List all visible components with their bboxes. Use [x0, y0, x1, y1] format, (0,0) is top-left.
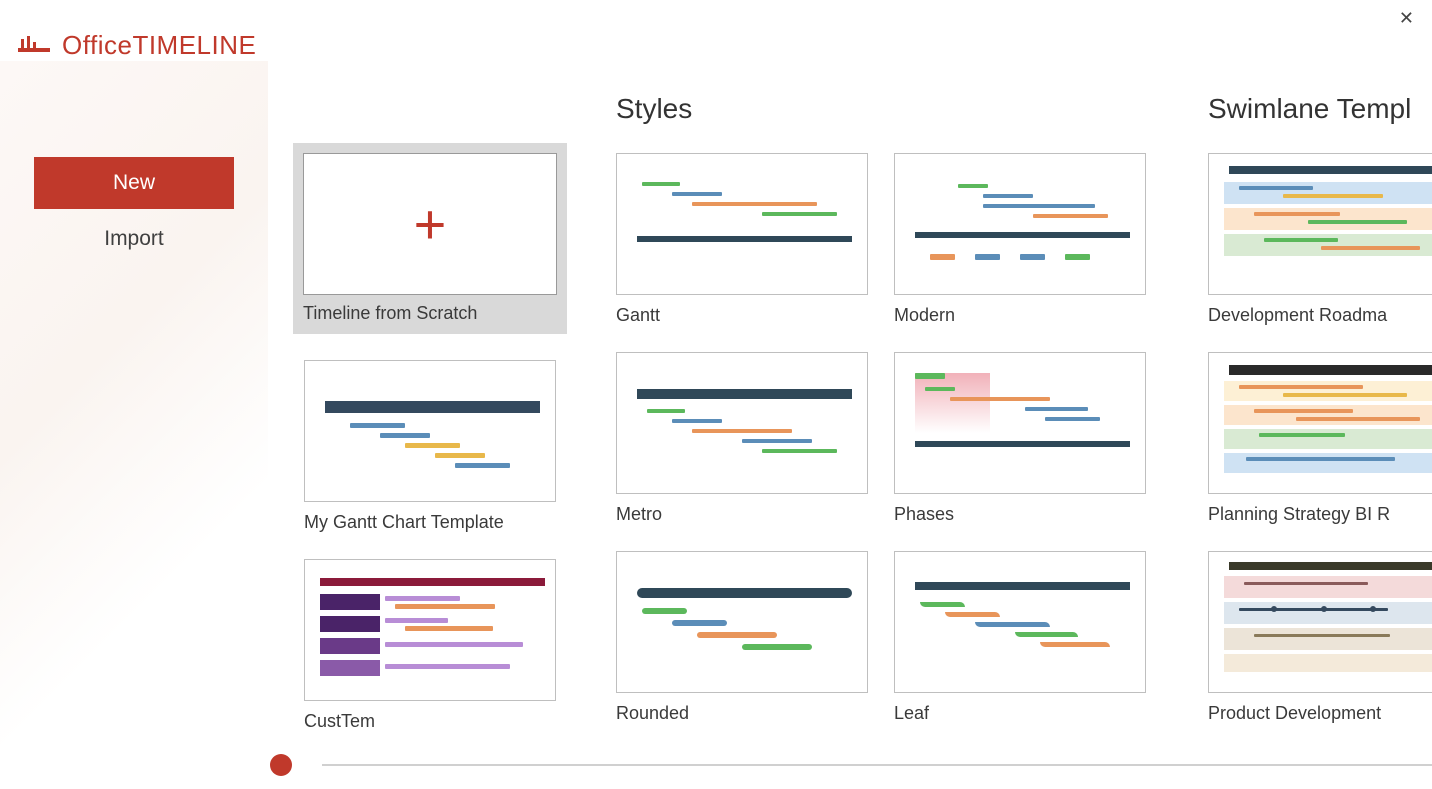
template-phases-thumb — [894, 352, 1146, 494]
sidebar-new-label: New — [113, 171, 155, 195]
template-planning-thumb — [1208, 352, 1432, 494]
template-planning[interactable]: Planning Strategy BI R — [1208, 352, 1432, 525]
sidebar-import-button[interactable]: Import — [34, 213, 234, 265]
scrollbar-track — [322, 764, 1432, 766]
sidebar: New Import — [0, 61, 268, 780]
close-button[interactable]: ✕ — [1399, 8, 1414, 29]
sidebar-import-label: Import — [104, 227, 164, 251]
column-my-templates: + Timeline from Scratch My Gantt Chart T… — [304, 93, 580, 780]
template-phases[interactable]: Phases — [894, 352, 1146, 525]
template-modern-label: Modern — [894, 305, 1146, 326]
template-custtem-label: CustTem — [304, 711, 556, 732]
template-my-gantt-label: My Gantt Chart Template — [304, 512, 556, 533]
plus-icon: + — [414, 192, 447, 257]
template-planning-label: Planning Strategy BI R — [1208, 504, 1432, 525]
template-my-gantt[interactable]: My Gantt Chart Template — [304, 360, 556, 533]
template-phases-label: Phases — [894, 504, 1146, 525]
brand-prefix: Office — [62, 30, 132, 60]
app-logo-text: OfficeTIMELINE — [62, 30, 256, 61]
template-metro[interactable]: Metro — [616, 352, 868, 525]
template-scratch[interactable]: + Timeline from Scratch — [293, 143, 567, 334]
template-gantt-thumb — [616, 153, 868, 295]
template-metro-thumb — [616, 352, 868, 494]
template-rounded-label: Rounded — [616, 703, 868, 724]
column-styles: Styles Gantt — [616, 93, 1172, 780]
template-rounded-thumb — [616, 551, 868, 693]
template-dev-roadmap-label: Development Roadma — [1208, 305, 1432, 326]
scrollbar-thumb[interactable] — [270, 754, 292, 776]
template-modern-thumb — [894, 153, 1146, 295]
main-content: + Timeline from Scratch My Gantt Chart T… — [268, 61, 1432, 780]
template-product-dev[interactable]: Product Development — [1208, 551, 1432, 724]
app-header: OfficeTIMELINE — [0, 0, 1432, 61]
template-my-gantt-thumb — [304, 360, 556, 502]
template-leaf-thumb — [894, 551, 1146, 693]
template-rounded[interactable]: Rounded — [616, 551, 868, 724]
styles-section-title: Styles — [616, 93, 1172, 133]
horizontal-scrollbar[interactable] — [276, 759, 1432, 771]
template-product-dev-label: Product Development — [1208, 703, 1432, 724]
template-product-dev-thumb — [1208, 551, 1432, 693]
template-gantt[interactable]: Gantt — [616, 153, 868, 326]
template-dev-roadmap-thumb — [1208, 153, 1432, 295]
template-gantt-label: Gantt — [616, 305, 868, 326]
template-leaf-label: Leaf — [894, 703, 1146, 724]
template-custtem[interactable]: CustTem — [304, 559, 556, 732]
app-logo-icon — [18, 34, 50, 58]
template-dev-roadmap[interactable]: Development Roadma — [1208, 153, 1432, 326]
sidebar-new-button[interactable]: New — [34, 157, 234, 209]
template-metro-label: Metro — [616, 504, 868, 525]
template-scratch-label: Timeline from Scratch — [303, 303, 557, 324]
brand-suffix: TIMELINE — [132, 30, 256, 60]
column-swimlane: Swimlane Templ Develop — [1208, 93, 1432, 780]
template-custtem-thumb — [304, 559, 556, 701]
template-modern[interactable]: Modern — [894, 153, 1146, 326]
template-leaf[interactable]: Leaf — [894, 551, 1146, 724]
swimlane-section-title: Swimlane Templ — [1208, 93, 1432, 133]
template-scratch-thumb: + — [303, 153, 557, 295]
